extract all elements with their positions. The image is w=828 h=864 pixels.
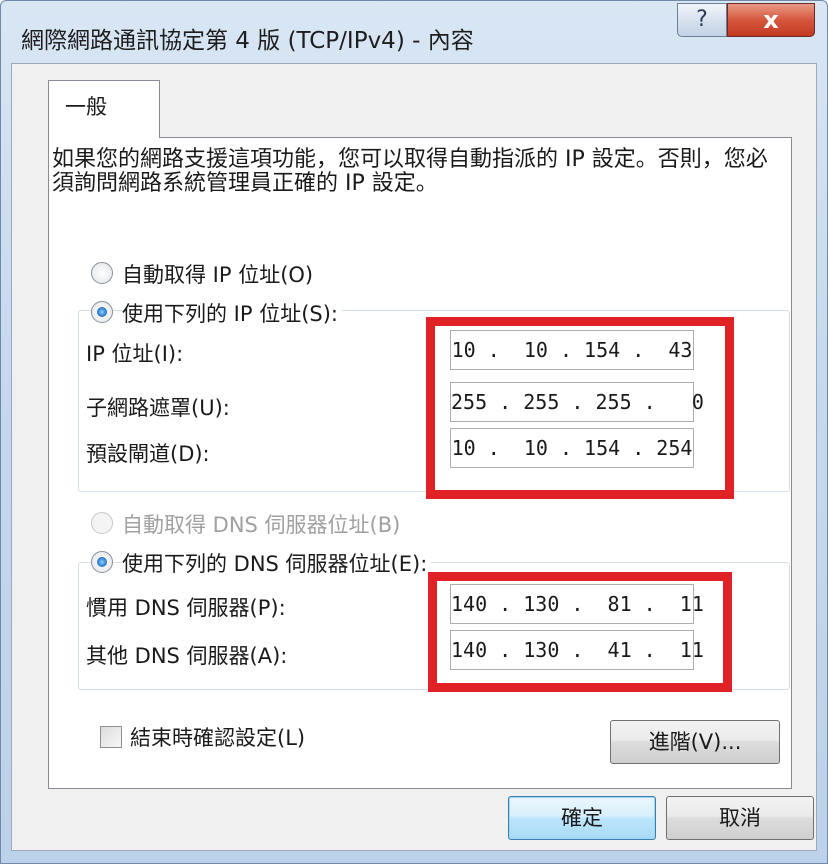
validate-on-exit-label[interactable]: 結束時確認設定(L) [130,722,305,752]
radio-auto-ip[interactable] [91,262,113,284]
radio-manual-dns[interactable] [91,551,113,573]
help-icon: ? [696,7,708,32]
title-bar[interactable]: 網際網路通訊協定第 4 版 (TCP/IPv4) - 內容 ? x [1,1,827,65]
default-gateway-label: 預設閘道(D): [86,442,210,466]
subnet-mask-label: 子網路遮罩(U): [86,396,230,420]
alternate-dns-label: 其他 DNS 伺服器(A): [86,644,288,668]
preferred-dns-label: 慣用 DNS 伺服器(P): [86,596,286,620]
radio-manual-dns-label[interactable]: 使用下列的 DNS 伺服器位址(E): [122,548,432,578]
tab-general[interactable]: 一般 [48,80,160,138]
advanced-button[interactable]: 進階(V)... [610,720,780,764]
ip-address-label: IP 位址(I): [86,342,184,366]
description-text: 如果您的網路支援這項功能，您可以取得自動指派的 IP 設定。否則，您必須詢問網路… [52,147,768,196]
radio-manual-ip[interactable] [91,301,113,323]
ip-highlight-box [426,317,734,499]
radio-auto-ip-label[interactable]: 自動取得 IP 位址(O) [122,259,313,289]
radio-manual-ip-label[interactable]: 使用下列的 IP 位址(S): [122,298,342,328]
close-icon: x [763,6,779,34]
radio-auto-dns-label[interactable]: 自動取得 DNS 伺服器位址(B) [122,509,400,539]
ok-button[interactable]: 確定 [508,796,656,840]
validate-on-exit-checkbox[interactable] [100,726,122,748]
window-title: 網際網路通訊協定第 4 版 (TCP/IPv4) - 內容 [21,28,474,54]
radio-auto-dns[interactable] [91,512,113,534]
cancel-button[interactable]: 取消 [666,796,814,840]
close-button[interactable]: x [727,3,815,37]
help-button[interactable]: ? [677,3,727,37]
dns-highlight-box [428,572,732,692]
